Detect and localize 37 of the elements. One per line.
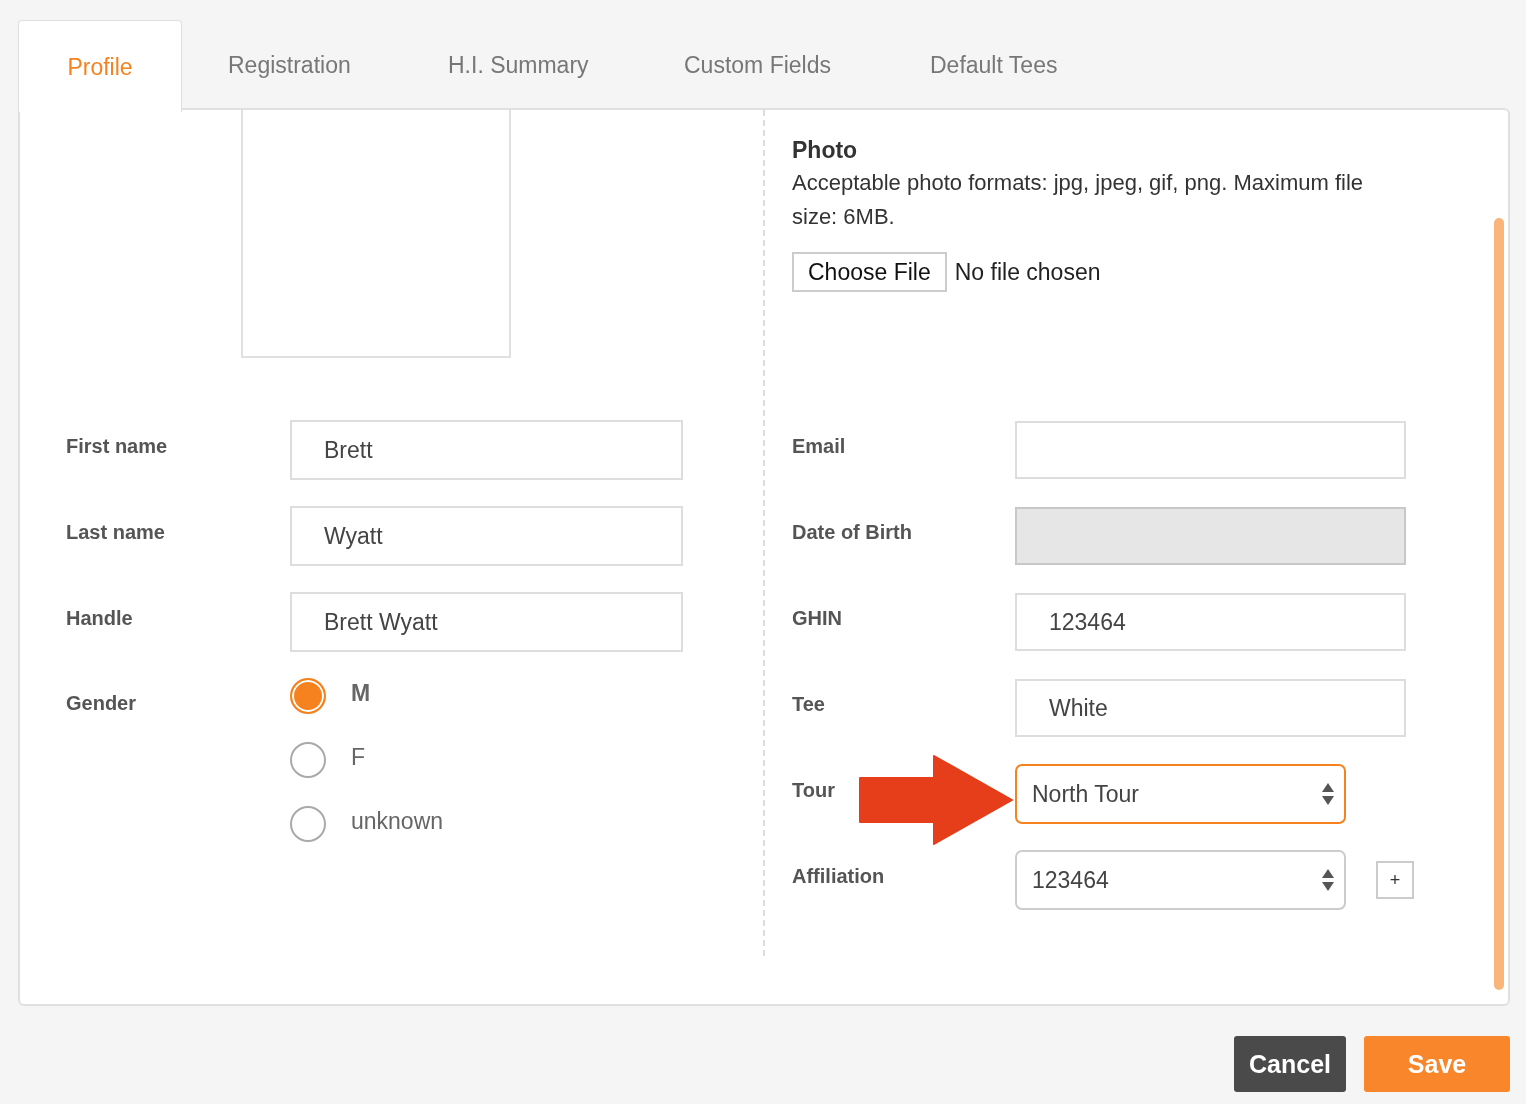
- field-label: GHIN: [792, 606, 843, 630]
- field-label: Email: [792, 434, 847, 458]
- add-button[interactable]: +: [1376, 861, 1414, 899]
- field-label: Tour: [792, 778, 836, 802]
- photo-description: Acceptable photo formats: jpg, jpeg, gif, png. Maximum file size: 6MB.: [792, 169, 1365, 231]
- tab[interactable]: H.I. Summary: [408, 20, 644, 110]
- radio-label: M: [351, 679, 371, 707]
- photo-title: Photo: [792, 136, 859, 165]
- input-field[interactable]: Brett: [290, 420, 683, 480]
- radio-label: unknown: [351, 807, 444, 835]
- tab[interactable]: Registration: [182, 20, 408, 110]
- tab[interactable]: Custom Fields: [644, 20, 894, 110]
- radio-button[interactable]: [290, 678, 326, 714]
- file-status: No file chosen: [954, 258, 1101, 286]
- tab[interactable]: Default Tees: [894, 20, 1058, 110]
- input-field[interactable]: Wyatt: [290, 506, 683, 566]
- input-field[interactable]: [1015, 421, 1406, 479]
- field-label: First name: [66, 434, 169, 458]
- field-label: Date of Birth: [792, 520, 913, 544]
- radio-label: F: [351, 743, 366, 771]
- choose-file-button[interactable]: Choose File: [792, 252, 947, 292]
- cancel-button[interactable]: Cancel: [1234, 1036, 1346, 1092]
- field-label: Last name: [66, 520, 166, 544]
- field-label: Handle: [66, 606, 134, 630]
- sort-arrows-icon: [1322, 868, 1334, 892]
- input-field[interactable]: 123464: [1015, 593, 1406, 651]
- scrollbar[interactable]: [1494, 218, 1504, 990]
- field-label: Gender: [66, 692, 138, 715]
- field-label: Affiliation: [792, 864, 886, 888]
- radio-button[interactable]: [290, 806, 326, 842]
- select-field[interactable]: 123464: [1015, 850, 1346, 910]
- field-label: Tee: [792, 692, 826, 716]
- input-field[interactable]: Brett Wyatt: [290, 592, 683, 652]
- input-field[interactable]: White: [1015, 679, 1406, 737]
- radio-button[interactable]: [290, 742, 326, 778]
- select-field[interactable]: North Tour: [1015, 764, 1346, 824]
- sort-arrows-icon: [1322, 782, 1334, 806]
